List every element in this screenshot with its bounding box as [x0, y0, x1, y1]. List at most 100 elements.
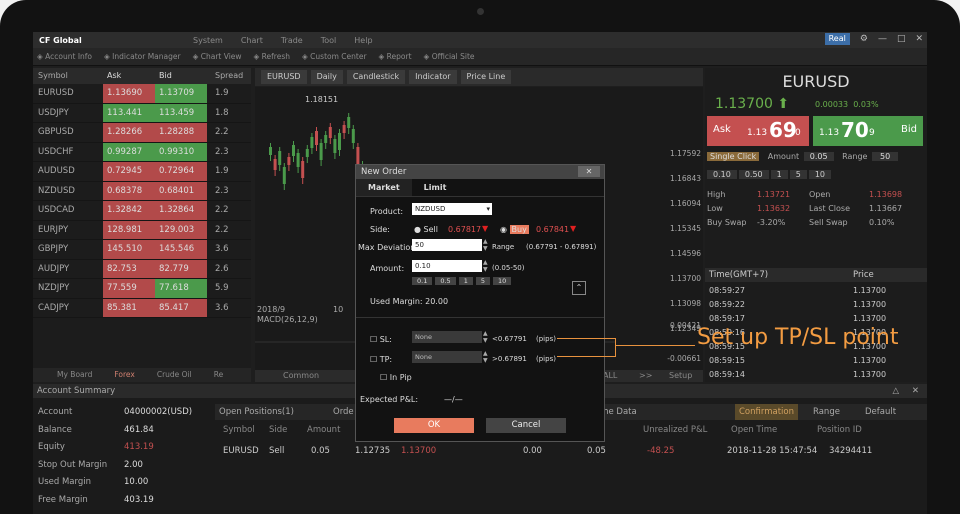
maximize-icon[interactable]: □ [897, 34, 906, 44]
single-click-button[interactable]: Single Click [707, 152, 760, 161]
tp-checkbox[interactable]: ☐ TP: [370, 355, 392, 364]
toolbar-refresh[interactable]: ◈ Refresh [254, 52, 290, 61]
quote-bid[interactable]: 0.68401 [155, 181, 207, 200]
quote-bid[interactable]: 145.546 [155, 240, 207, 259]
quote-ask[interactable]: 1.28266 [103, 123, 155, 142]
watchlist-tab[interactable]: Forex [114, 368, 134, 382]
common-tab[interactable]: Common [283, 370, 319, 382]
tab-market[interactable]: Market [356, 179, 412, 196]
quote-ask[interactable]: 0.72945 [103, 162, 155, 181]
collapse-icon[interactable]: △ [892, 384, 899, 398]
indicator-dropdown[interactable]: Indicator [409, 70, 457, 84]
ok-button[interactable]: OK [394, 418, 474, 433]
tab-limit[interactable]: Limit [412, 179, 459, 196]
menu-item-system[interactable]: System [193, 36, 223, 45]
quote-row[interactable]: NZDUSD 0.68378 0.68401 2.3 [33, 181, 251, 201]
quote-bid[interactable]: 82.779 [155, 259, 207, 278]
quote-ask[interactable]: 82.753 [103, 259, 155, 278]
quote-ask[interactable]: 128.981 [103, 220, 155, 239]
tp-stepper[interactable]: ▲ ▼ [483, 350, 488, 364]
quote-row[interactable]: EURJPY 128.981 129.003 2.2 [33, 220, 251, 240]
sl-stepper[interactable]: ▲ ▼ [483, 330, 488, 344]
dialog-lot-button[interactable]: 5 [475, 277, 490, 285]
setup-tab[interactable]: Setup [669, 370, 692, 382]
lot-button[interactable]: 0.50 [738, 170, 769, 179]
max-deviation-input[interactable]: 50 [412, 239, 482, 251]
settings-icon[interactable]: ⚙ [860, 34, 868, 44]
toolbar-chart-view[interactable]: ◈ Chart View [193, 52, 242, 61]
quote-row[interactable]: EURUSD 1.13690 1.13709 1.9 [33, 84, 251, 104]
menu-item-tool[interactable]: Tool [321, 36, 337, 45]
collapse-up-icon[interactable]: ⌃ [572, 281, 586, 295]
toolbar-report[interactable]: ◈ Report [379, 52, 412, 61]
menu-item-chart[interactable]: Chart [241, 36, 263, 45]
more-tab[interactable]: >> [639, 370, 652, 382]
panel-close-icon[interactable]: ✕ [912, 384, 919, 398]
position-tab[interactable]: Default [865, 404, 896, 420]
quote-row[interactable]: USDCAD 1.32842 1.32864 2.2 [33, 201, 251, 221]
toolbar-indicator-manager[interactable]: ◈ Indicator Manager [104, 52, 181, 61]
price-line-dropdown[interactable]: Price Line [460, 70, 512, 84]
quote-bid[interactable]: 0.99310 [155, 142, 207, 161]
amount-stepper[interactable]: ▲ ▼ [483, 259, 488, 273]
quote-row[interactable]: AUDUSD 0.72945 0.72964 1.9 [33, 162, 251, 182]
position-tab[interactable]: Range [813, 404, 840, 420]
quote-ask[interactable]: 0.99287 [103, 142, 155, 161]
sell-radio[interactable]: ● Sell [414, 225, 438, 234]
amount-input-dialog[interactable]: 0.10 [412, 260, 482, 272]
product-select[interactable]: NZDUSD ▾ [412, 203, 492, 215]
dialog-lot-button[interactable]: 0.1 [412, 277, 433, 285]
toolbar-account-info[interactable]: ◈ Account Info [37, 52, 92, 61]
bid-button[interactable]: 1.13 70 9 Bid [813, 116, 923, 146]
sl-input[interactable]: None [412, 331, 482, 343]
ask-button[interactable]: Ask 1.13 69 0 [707, 116, 809, 146]
minimize-icon[interactable]: — [878, 34, 887, 44]
watchlist-tab[interactable]: Re [214, 368, 224, 382]
position-tab[interactable]: Open Positions(1) [219, 404, 294, 420]
dialog-lot-button[interactable]: 10 [492, 277, 512, 285]
quote-row[interactable]: NZDJPY 77.559 77.618 5.9 [33, 279, 251, 299]
position-row[interactable]: EURUSD Sell 0.05 1.12735 1.13700 0.00 0.05 -48.… [215, 442, 927, 460]
lot-button[interactable]: 5 [789, 170, 807, 179]
chart-type-dropdown[interactable]: Candlestick [346, 70, 406, 84]
period-dropdown[interactable]: Daily [310, 70, 343, 84]
lot-button[interactable]: 0.10 [707, 170, 737, 179]
dialog-close-icon[interactable]: ✕ [578, 166, 600, 177]
in-pip-checkbox[interactable]: ☐ In Pip [380, 373, 412, 382]
menu-item-trade[interactable]: Trade [281, 36, 303, 45]
toolbar-custom-center[interactable]: ◈ Custom Center [302, 52, 367, 61]
quote-row[interactable]: USDJPY 113.441 113.459 1.8 [33, 103, 251, 123]
quote-bid[interactable]: 113.459 [155, 103, 207, 122]
quote-ask[interactable]: 145.510 [103, 240, 155, 259]
quote-ask[interactable]: 0.68378 [103, 181, 155, 200]
close-icon[interactable]: ✕ [915, 34, 923, 44]
watchlist-tab[interactable]: My Board [57, 368, 92, 382]
tp-input[interactable]: None [412, 351, 482, 363]
max-deviation-stepper[interactable]: ▲ ▼ [483, 238, 488, 252]
quote-ask[interactable]: 1.13690 [103, 84, 155, 103]
quote-row[interactable]: GBPJPY 145.510 145.546 3.6 [33, 240, 251, 260]
lot-button[interactable]: 10 [808, 170, 831, 179]
quote-ask[interactable]: 85.381 [103, 298, 155, 317]
quote-row[interactable]: GBPUSD 1.28266 1.28288 2.2 [33, 123, 251, 143]
sl-checkbox[interactable]: ☐ SL: [370, 335, 392, 344]
quote-bid[interactable]: 77.618 [155, 279, 207, 298]
quote-bid[interactable]: 1.13709 [155, 84, 207, 103]
toolbar-official-site[interactable]: ◈ Official Site [424, 52, 475, 61]
quote-ask[interactable]: 77.559 [103, 279, 155, 298]
account-type-button[interactable]: Real [824, 33, 850, 45]
quote-row[interactable]: AUDJPY 82.753 82.779 2.6 [33, 259, 251, 279]
lot-button[interactable]: 1 [770, 170, 788, 179]
menu-item-help[interactable]: Help [354, 36, 372, 45]
quote-row[interactable]: USDCHF 0.99287 0.99310 2.3 [33, 142, 251, 162]
symbol-dropdown[interactable]: EURUSD [261, 70, 307, 84]
range-input[interactable]: 50 [872, 152, 899, 161]
quote-ask[interactable]: 1.32842 [103, 201, 155, 220]
quote-bid[interactable]: 129.003 [155, 220, 207, 239]
quote-bid[interactable]: 1.32864 [155, 201, 207, 220]
quote-ask[interactable]: 113.441 [103, 103, 155, 122]
buy-radio[interactable]: ◉ Buy [500, 225, 529, 234]
quote-bid[interactable]: 85.417 [155, 298, 207, 317]
position-tab[interactable]: Orde [333, 404, 354, 420]
quote-bid[interactable]: 1.28288 [155, 123, 207, 142]
